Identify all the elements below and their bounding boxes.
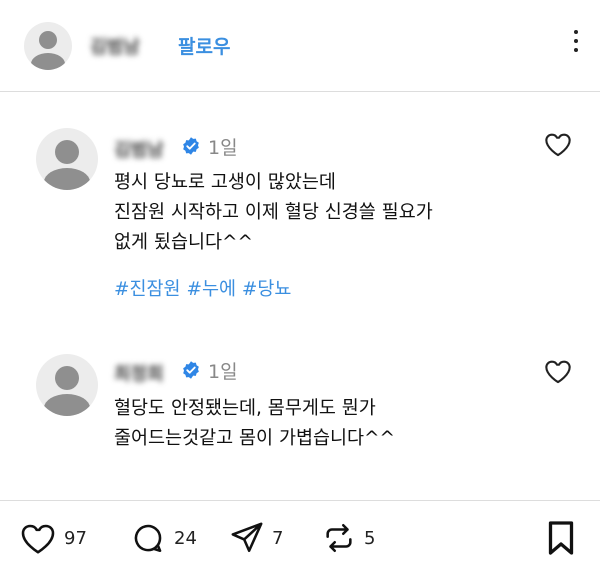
like-comment-heart-icon[interactable] <box>544 131 572 157</box>
comment-author-name[interactable]: 최정희 <box>114 360 164 386</box>
verified-badge-icon <box>183 361 199 379</box>
action-divider <box>0 500 600 501</box>
hashtag-link[interactable]: #당뇨 <box>242 279 292 300</box>
comment-text-line: 없게 됬습니다^^ <box>114 232 254 253</box>
repost-count: 7 <box>272 527 284 549</box>
hashtag-row: #진잠원 #누에 #당뇨 <box>114 275 291 301</box>
bookmark-button[interactable] <box>546 510 576 566</box>
hashtag-link[interactable]: #누에 <box>186 279 236 300</box>
more-vertical-icon[interactable] <box>566 30 586 60</box>
like-count: 97 <box>64 527 87 549</box>
repeat-arrows-icon <box>326 523 352 553</box>
comment-time: 1일 <box>208 137 238 159</box>
like-button[interactable]: 97 <box>20 510 87 566</box>
comment-author-name[interactable]: 김범남 <box>114 136 164 162</box>
comment-avatar[interactable] <box>36 128 98 190</box>
comment-button[interactable]: 24 <box>130 510 197 566</box>
comment-text-line: 줄어드는것같고 몸이 가볍습니다^^ <box>114 428 396 449</box>
action-bar: 97 24 7 5 <box>0 510 600 570</box>
bookmark-icon <box>548 521 574 555</box>
comment-bubble-icon <box>134 524 162 553</box>
header-divider <box>0 91 600 92</box>
comment-text-line: 진잠원 시작하고 이제 혈당 신경쓸 필요가 <box>114 202 433 223</box>
follow-button[interactable]: 팔로우 <box>178 32 230 59</box>
heart-icon <box>21 524 55 554</box>
comment-time: 1일 <box>208 361 238 383</box>
send-paper-plane-icon <box>231 522 263 553</box>
author-name[interactable]: 김범남 <box>90 33 140 59</box>
share-button[interactable]: 5 <box>322 510 375 566</box>
post-header: 김범남 팔로우 <box>0 0 600 92</box>
like-comment-heart-icon[interactable] <box>544 358 572 384</box>
comment-text-line: 평시 당뇨로 고생이 많았는데 <box>114 172 336 193</box>
comment-count: 24 <box>174 527 197 549</box>
author-avatar[interactable] <box>24 22 72 70</box>
hashtag-link[interactable]: #진잠원 <box>114 279 181 300</box>
comment-avatar[interactable] <box>36 354 98 416</box>
share-count: 5 <box>364 527 376 549</box>
comment-text-line: 혈당도 안정됐는데, 몸무게도 뭔가 <box>114 398 376 419</box>
repost-button[interactable]: 7 <box>230 510 283 566</box>
verified-badge-icon <box>183 137 199 155</box>
